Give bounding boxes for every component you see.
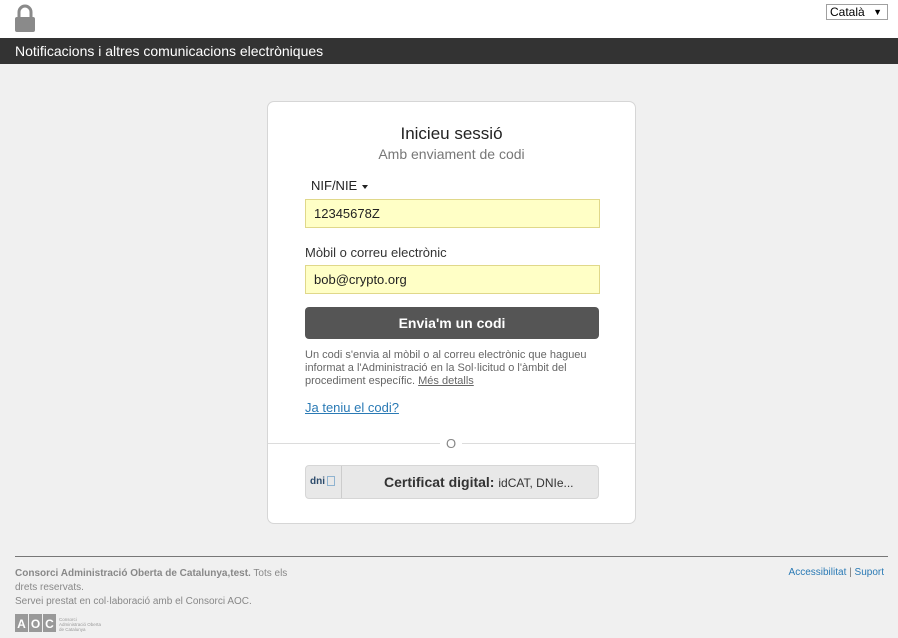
login-card: Inicieu sessió Amb enviament de codi NIF… [267, 101, 636, 524]
certificate-title: Certificat digital: [384, 474, 495, 490]
more-details-link[interactable]: Més detalls [418, 375, 474, 387]
support-link[interactable]: Suport [855, 567, 884, 578]
id-type-label: NIF/NIE [311, 178, 358, 193]
svg-text:de Catalunya: de Catalunya [59, 627, 86, 632]
dni-card-icon: dni [306, 466, 342, 498]
svg-text:O: O [31, 617, 40, 631]
aoc-logo: A O C Consorci Administració Oberta de C… [15, 614, 102, 632]
login-title: Inicieu sessió [400, 124, 503, 143]
footer-link-separator: | [849, 567, 852, 578]
login-subtitle: Amb enviament de codi [378, 146, 525, 162]
digital-certificate-button[interactable]: dni Certificat digital: idCAT, DNIe... [305, 465, 599, 499]
contact-label: Mòbil o correu electrònic [305, 245, 447, 260]
footer-links: Accessibilitat | Suport [789, 567, 884, 578]
top-bar: Català ▼ [0, 0, 898, 38]
id-type-dropdown[interactable]: NIF/NIE [311, 178, 369, 193]
send-code-button[interactable]: Envia'm un codi [305, 307, 599, 339]
aoc-logo-letters: A [17, 617, 26, 631]
help-text: Un codi s'envia al mòbil o al correu ele… [305, 349, 600, 388]
language-select[interactable]: Català ▼ [826, 4, 888, 20]
contact-input[interactable]: bob@crypto.org [305, 265, 600, 294]
certificate-label: Certificat digital: idCAT, DNIe... [384, 466, 574, 499]
footer-divider [15, 556, 888, 557]
lock-icon [15, 4, 35, 32]
caret-down-icon [362, 184, 369, 189]
or-separator: O [440, 436, 462, 451]
certificate-subtitle: idCAT, DNIe... [498, 476, 574, 490]
chip-icon [327, 476, 335, 487]
footer-service: Servei prestat en col·laboració amb el C… [15, 596, 252, 607]
svg-text:C: C [45, 617, 54, 631]
id-number-input[interactable]: 12345678Z [305, 199, 600, 228]
footer-text: Consorci Administració Oberta de Catalun… [15, 567, 295, 609]
footer-org: Consorci Administració Oberta de Catalun… [15, 568, 251, 579]
app-title-bar: Notificacions i altres comunicacions ele… [0, 38, 898, 64]
have-code-link[interactable]: Ja teniu el codi? [305, 400, 399, 415]
app-title: Notificacions i altres comunicacions ele… [15, 43, 324, 59]
dni-icon-label: dni [310, 476, 325, 487]
accessibility-link[interactable]: Accessibilitat [789, 567, 847, 578]
dropdown-arrow-icon: ▼ [873, 7, 882, 17]
language-select-value: Català [830, 5, 865, 19]
